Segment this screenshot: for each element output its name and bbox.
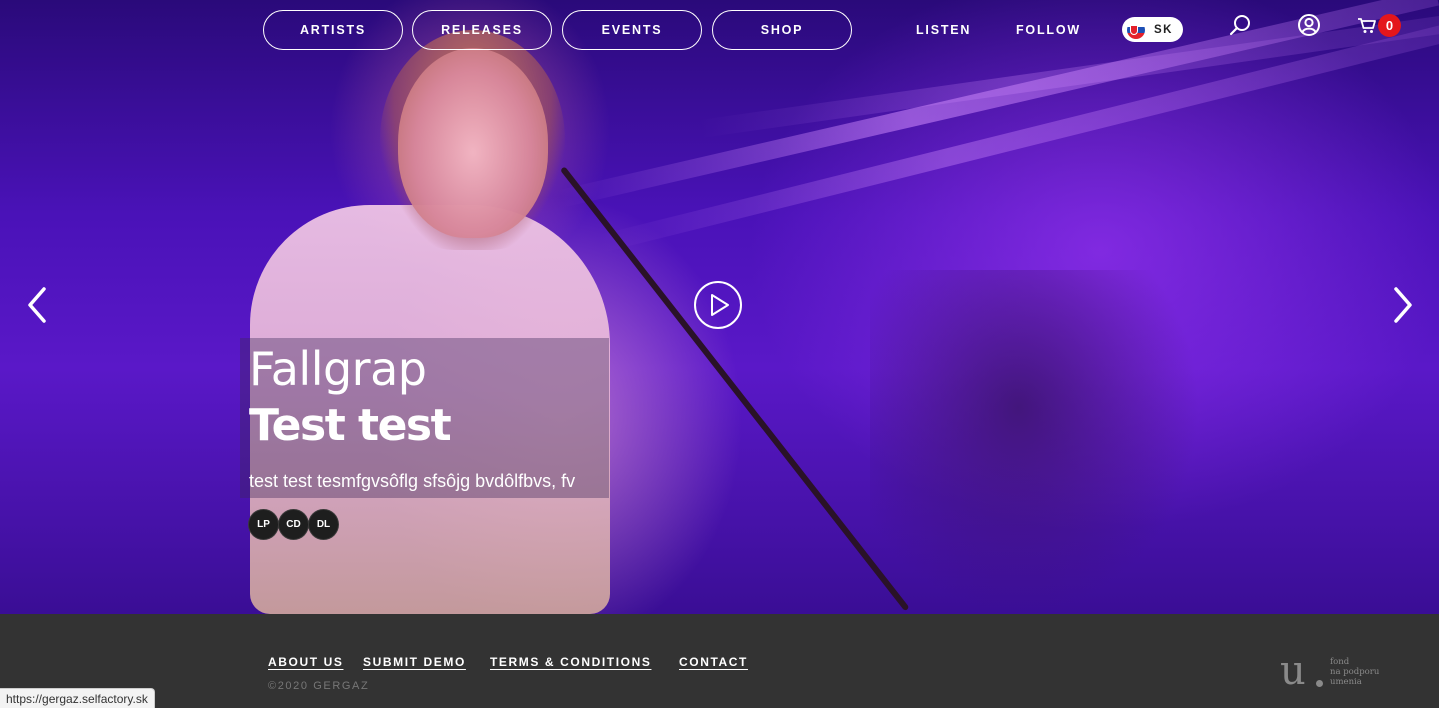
nav-follow-link[interactable]: FOLLOW	[1016, 10, 1081, 50]
footer-submit-demo-link[interactable]: SUBMIT DEMO	[363, 655, 466, 669]
fund-logo-text: fond na podporu umenia	[1330, 657, 1380, 687]
format-badges: LP CD DL	[248, 509, 339, 540]
top-navigation: ARTISTS RELEASES EVENTS SHOP LISTEN FOLL…	[0, 0, 1439, 60]
user-icon[interactable]	[1296, 12, 1322, 38]
copyright-text: ©2020 GERGAZ	[268, 680, 370, 692]
site-footer: ABOUT US SUBMIT DEMO TERMS & CONDITIONS …	[0, 614, 1439, 708]
fund-logo[interactable]: u fond na podporu umenia	[1280, 648, 1390, 694]
guitarist-silhouette	[870, 270, 1200, 614]
nav-releases-button[interactable]: RELEASES	[412, 10, 552, 50]
mic-stand	[560, 166, 910, 612]
fund-logo-mark: u	[1280, 648, 1306, 694]
search-icon[interactable]	[1228, 12, 1254, 38]
slovakia-flag-icon	[1127, 20, 1145, 39]
play-button[interactable]	[693, 280, 743, 330]
footer-terms-link[interactable]: TERMS & CONDITIONS	[490, 655, 651, 669]
nav-events-button[interactable]: EVENTS	[562, 10, 702, 50]
singer-head	[398, 48, 548, 238]
cart-count-badge[interactable]: 0	[1378, 14, 1401, 37]
format-badge-cd[interactable]: CD	[278, 509, 309, 540]
format-badge-dl[interactable]: DL	[308, 509, 339, 540]
fund-logo-dot	[1316, 680, 1323, 687]
nav-shop-button[interactable]: SHOP	[712, 10, 852, 50]
nav-listen-link[interactable]: LISTEN	[916, 10, 971, 50]
nav-artists-button[interactable]: ARTISTS	[263, 10, 403, 50]
chevron-left-icon[interactable]	[22, 285, 52, 325]
slide-title[interactable]: Fallgrap	[249, 342, 427, 396]
chevron-right-icon[interactable]	[1388, 285, 1418, 325]
footer-about-us-link[interactable]: ABOUT US	[268, 655, 343, 669]
format-badge-lp[interactable]: LP	[248, 509, 279, 540]
slide-subtitle[interactable]: Test test	[249, 400, 452, 451]
language-switcher[interactable]: SK	[1122, 17, 1183, 42]
hero-slider: Fallgrap Test test test test tesmfgvsôfl…	[0, 0, 1439, 614]
slide-description: test test tesmfgvsôflg sfsôjg bvdôlfbvs,…	[249, 471, 576, 491]
language-code: SK	[1154, 23, 1173, 36]
link-hover-status-bar: https://gergaz.selfactory.sk	[0, 688, 155, 708]
play-icon	[694, 281, 742, 329]
footer-contact-link[interactable]: CONTACT	[679, 655, 748, 669]
